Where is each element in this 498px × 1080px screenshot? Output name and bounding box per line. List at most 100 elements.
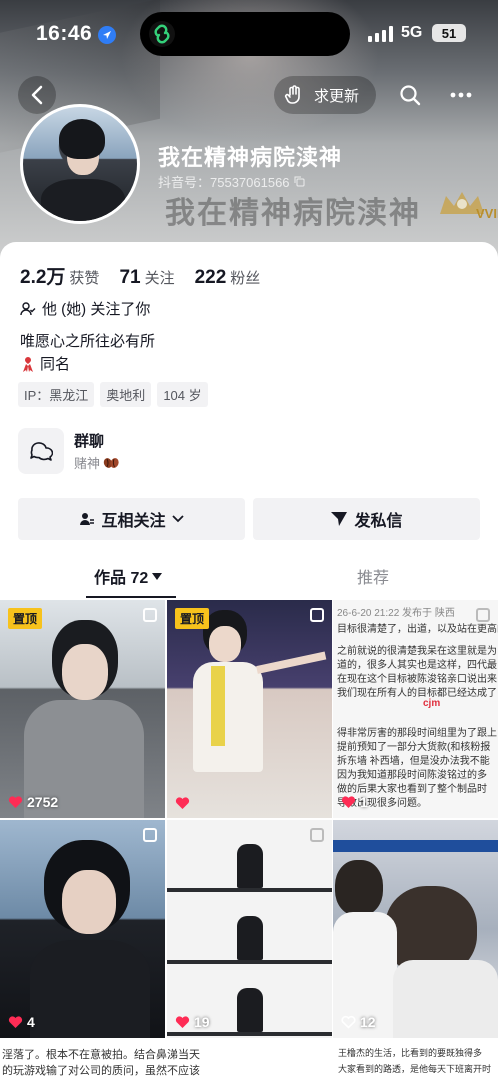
profile-nickname: 我在精神病院渎神 bbox=[158, 145, 343, 170]
chevron-down-icon bbox=[171, 515, 184, 523]
figure-frame-3 bbox=[237, 988, 263, 1032]
battery-indicator: 51 bbox=[432, 24, 466, 42]
person-follow-icon bbox=[80, 513, 95, 525]
search-button[interactable] bbox=[393, 76, 427, 114]
group-chat-icon bbox=[18, 428, 64, 474]
like-count: 4 bbox=[8, 1014, 35, 1030]
send-message-label: 发私信 bbox=[354, 513, 403, 530]
search-icon bbox=[400, 85, 421, 106]
grid-item[interactable]: 12 bbox=[333, 820, 498, 1038]
follows-you-note: 他 (她) 关注了你 bbox=[20, 298, 150, 319]
heart-icon bbox=[175, 797, 190, 809]
doc-date: 26-6-20 21:22 发布于 陕西 bbox=[337, 608, 455, 619]
tab-works-label: 作品 72 bbox=[94, 570, 149, 587]
stat-following-value: 71 bbox=[119, 267, 141, 288]
figure-hair-left bbox=[335, 860, 383, 916]
vip-crown-icon: VVIP bbox=[440, 192, 498, 221]
tag-age: 104 岁 bbox=[157, 382, 208, 407]
stat-following-label: 关注 bbox=[144, 270, 175, 287]
figure-shirt-right bbox=[393, 960, 498, 1038]
pinned-badge: 置顶 bbox=[175, 608, 210, 629]
tag-ip: IP：黑龙江 bbox=[18, 382, 95, 407]
stage-light-bar bbox=[333, 840, 498, 852]
heart-icon bbox=[341, 796, 356, 808]
chevron-left-icon bbox=[31, 85, 43, 105]
like-count-value: 4 bbox=[27, 1014, 35, 1030]
tab-recommend[interactable]: 推荐 bbox=[357, 564, 389, 588]
heart-icon bbox=[8, 1016, 23, 1028]
figure-face bbox=[62, 644, 108, 700]
like-count: 12 bbox=[341, 1014, 376, 1030]
group-chat-subtitle-text: 赌神 bbox=[74, 456, 101, 471]
like-count: 1 bbox=[341, 794, 368, 810]
stat-followers[interactable]: 222 粉丝 bbox=[195, 267, 261, 289]
like-count-value: 2752 bbox=[27, 794, 59, 810]
location-arrow-icon bbox=[98, 26, 116, 44]
group-chat-title: 群聊 bbox=[74, 433, 105, 450]
doc-line: 之前就说的很清楚我呆在这里就是为 bbox=[337, 646, 497, 657]
heart-outline-icon bbox=[341, 1015, 356, 1029]
doc-mark: cjm bbox=[423, 698, 441, 709]
like-count-value: 19 bbox=[194, 1014, 210, 1030]
figure-face bbox=[209, 626, 241, 662]
request-update-label: 求更新 bbox=[314, 87, 360, 105]
vip-label: VVIP bbox=[476, 206, 498, 221]
stat-likes[interactable]: 2.2万 获赞 bbox=[20, 262, 99, 289]
more-dots-icon bbox=[450, 92, 472, 98]
grid-item[interactable]: 26-6-20 21:22 发布于 陕西 目标很清楚了，出道，以及站在更高的 之… bbox=[333, 600, 498, 818]
red-ribbon-icon bbox=[23, 356, 33, 372]
doc-line: 拆东墙 补西墙，但是没办法我不能 bbox=[337, 756, 490, 767]
avatar-figure-hair bbox=[59, 119, 105, 159]
like-count bbox=[175, 796, 194, 810]
grid-item[interactable]: 4 bbox=[0, 820, 165, 1038]
mutual-follow-button[interactable]: 互相关注 bbox=[18, 498, 245, 540]
multi-image-icon bbox=[310, 608, 324, 622]
beans-icon bbox=[103, 457, 119, 468]
like-count: 19 bbox=[175, 1014, 210, 1030]
doc-line: 得非常厉害的那段时间组里为了跟上 bbox=[337, 728, 497, 739]
grid-item[interactable]: 置顶 bbox=[167, 600, 332, 818]
dynamic-island bbox=[140, 12, 350, 56]
grid-item[interactable]: 置顶 2752 bbox=[0, 600, 165, 818]
bio-line-2-text: 同名 bbox=[40, 356, 71, 373]
profile-avatar[interactable] bbox=[20, 104, 140, 224]
link-activity-icon bbox=[149, 21, 175, 47]
profile-stats: 2.2万 获赞 71 关注 222 粉丝 bbox=[20, 262, 260, 289]
figure-arm bbox=[256, 651, 327, 674]
status-bar: 16:46 5G 51 bbox=[0, 0, 498, 68]
back-button[interactable] bbox=[18, 76, 56, 114]
heart-icon bbox=[8, 796, 23, 808]
tag-region: 奥地利 bbox=[100, 382, 152, 407]
doc-line: 因为我知道那段时间陈浚铭过的多 bbox=[337, 770, 487, 781]
profile-tags: IP：黑龙江 奥地利 104 岁 bbox=[18, 382, 208, 407]
request-update-button[interactable]: 求更新 bbox=[274, 76, 376, 114]
send-message-button[interactable]: 发私信 bbox=[253, 498, 480, 540]
preview-text: 淫落了。根本不在意被拍。结合鼻涕当天 bbox=[2, 1049, 200, 1061]
douyin-id[interactable]: 抖音号：75537061566 bbox=[158, 172, 305, 191]
more-button[interactable] bbox=[442, 76, 480, 114]
cover-ghost-name: 我在精神病院渎神 bbox=[165, 197, 421, 230]
like-count: 2752 bbox=[8, 794, 58, 810]
heart-icon bbox=[175, 1016, 190, 1028]
figure-face bbox=[62, 870, 116, 934]
avatar-figure-body bbox=[41, 179, 125, 221]
send-arrow-icon bbox=[331, 512, 348, 526]
stat-following[interactable]: 71 关注 bbox=[119, 267, 174, 289]
grid-item[interactable]: 19 bbox=[167, 820, 332, 1038]
network-type: 5G bbox=[401, 24, 423, 41]
douyin-id-text: 抖音号：75537061566 bbox=[158, 175, 290, 190]
figure-scarf bbox=[211, 666, 225, 746]
doc-line: 在现在这个目标被陈浚铭亲口说出来 bbox=[337, 674, 497, 685]
figure-frame-2 bbox=[237, 916, 263, 960]
figure-shirt bbox=[193, 662, 263, 772]
doc-line: 做的后果大家也看到了整个制品时 bbox=[337, 784, 487, 795]
group-chat-entry[interactable]: 群聊 赌神 bbox=[18, 428, 318, 476]
tab-works[interactable]: 作品 72 bbox=[94, 564, 163, 588]
hand-wave-icon bbox=[284, 85, 300, 104]
group-chat-subtitle: 赌神 bbox=[74, 453, 120, 472]
preview-text: 王橹杰的生活，比看到的要既独得多 bbox=[338, 1048, 483, 1058]
person-check-icon bbox=[20, 301, 36, 315]
preview-text: 的玩游戏输了对公司的质问，虽然不应该 bbox=[2, 1065, 200, 1077]
pinned-badge: 置顶 bbox=[8, 608, 43, 629]
doc-line: 道的，很多人其实也是这样，四代最 bbox=[337, 660, 497, 671]
